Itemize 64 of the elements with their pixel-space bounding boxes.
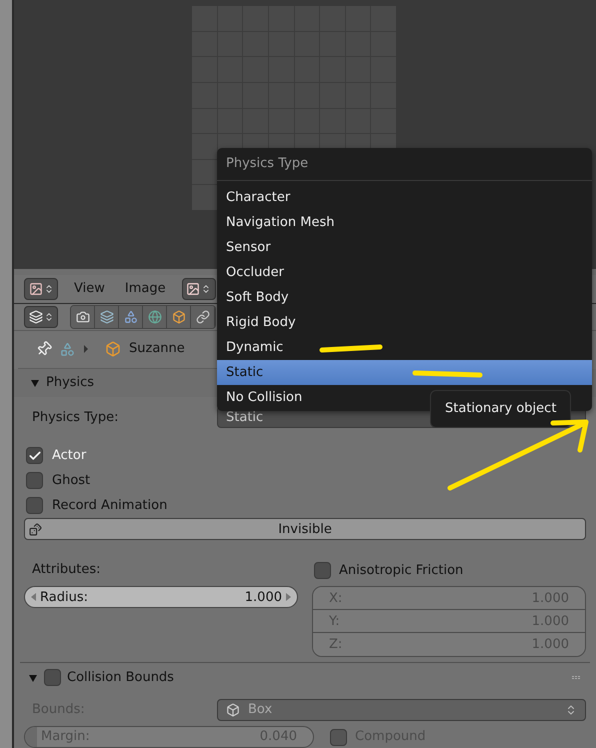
disclosure-triangle-icon[interactable] (28, 672, 38, 683)
drag-handle-icon[interactable] (572, 676, 582, 680)
section-label: Attributes: (31, 561, 102, 580)
radius-number-field[interactable]: Radius: 1.000 (24, 586, 298, 608)
shapes-icon (124, 310, 138, 324)
layers-icon-tab[interactable] (95, 306, 119, 328)
breadcrumb-arrow-icon (83, 345, 89, 354)
menu-item[interactable]: Soft Body (217, 285, 298, 310)
cube-icon (172, 310, 186, 324)
link-icon-tab[interactable] (191, 306, 215, 328)
checkbox[interactable] (26, 447, 43, 464)
invisible-toggle-button[interactable]: Invisible (24, 518, 586, 540)
updown-arrow-icon (44, 312, 54, 322)
globe-icon-tab[interactable] (143, 306, 167, 328)
menu-item[interactable]: Rigid Body (217, 310, 305, 335)
field-label: Physics Type: (31, 408, 120, 427)
menu-item[interactable]: Static (217, 360, 592, 385)
checkbox-label: Ghost (52, 472, 90, 490)
camera-icon (76, 310, 90, 324)
checkbox-label: Record Animation (52, 497, 168, 516)
menu-item[interactable]: Sensor (217, 235, 280, 260)
disclosure-triangle-icon[interactable] (30, 378, 40, 388)
highlight-stroke (412, 370, 482, 378)
cube-icon (105, 341, 121, 358)
menu-item[interactable]: Dynamic (217, 335, 292, 360)
panel-title: Physics (46, 374, 94, 392)
checkbox-label: Actor (52, 447, 86, 466)
image-browse-button[interactable] (182, 278, 216, 300)
editor-type-button[interactable] (24, 306, 58, 328)
menu-item[interactable]: Image (120, 279, 170, 299)
object-icon (60, 342, 75, 357)
panel-title: Collision Bounds (67, 668, 175, 687)
checkmark-icon (28, 448, 42, 463)
menu-item[interactable]: View (70, 279, 109, 299)
tooltip: Stationary object (430, 390, 572, 428)
globe-icon (148, 310, 162, 324)
highlight-stroke (320, 344, 382, 352)
checkbox[interactable] (44, 669, 61, 686)
menu-item[interactable]: Occluder (217, 260, 293, 285)
updown-arrow-icon (44, 284, 54, 294)
checkbox[interactable] (26, 497, 43, 514)
object-name: Suzanne (129, 340, 185, 358)
layers-icon (100, 310, 114, 324)
editor-type-button[interactable] (24, 278, 58, 300)
link-icon (196, 310, 210, 324)
checkbox[interactable] (330, 728, 347, 746)
checkbox[interactable] (26, 472, 43, 490)
checkbox-label: Anisotropic Friction (339, 562, 464, 580)
camera-icon-tab[interactable] (71, 306, 95, 328)
image-icon (186, 282, 200, 296)
checkbox[interactable] (314, 562, 331, 579)
collision-bounds-panel-header[interactable]: Collision Bounds (14, 663, 596, 692)
image-icon (28, 282, 42, 296)
increment-arrow-icon (286, 593, 291, 602)
menu-item[interactable]: Navigation Mesh (217, 210, 344, 235)
menu-title: Physics Type (217, 148, 592, 181)
properties-icon (28, 310, 42, 324)
updown-arrow-icon (565, 704, 577, 716)
decrement-arrow-icon (31, 593, 36, 602)
cube-icon (226, 703, 240, 717)
menu-item[interactable]: Character (217, 185, 300, 210)
shapes-icon-tab[interactable] (119, 306, 143, 328)
cube-icon-tab[interactable] (167, 306, 191, 328)
updown-arrow-icon (201, 284, 212, 294)
